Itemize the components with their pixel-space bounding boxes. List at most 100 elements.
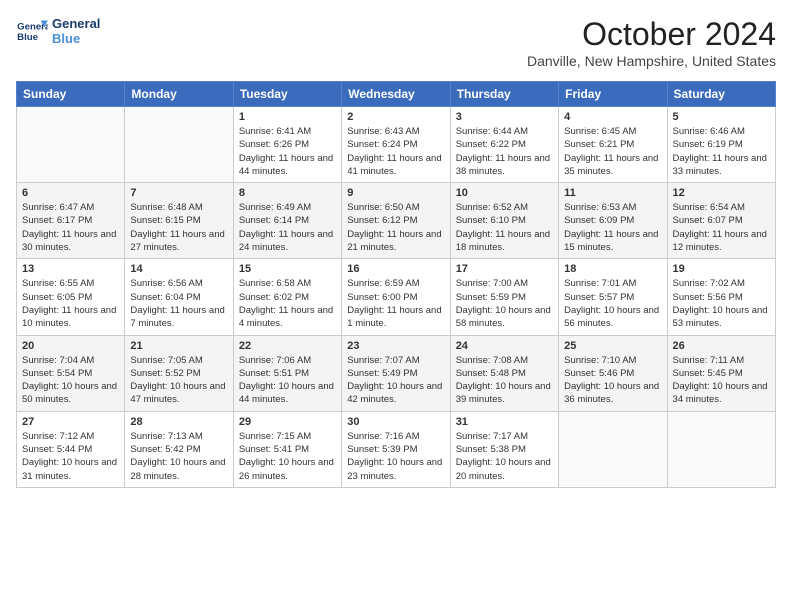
- day-info: Sunrise: 6:46 AM Sunset: 6:19 PM Dayligh…: [673, 125, 770, 178]
- day-info: Sunrise: 7:04 AM Sunset: 5:54 PM Dayligh…: [22, 354, 119, 407]
- weekday-header-monday: Monday: [125, 82, 233, 107]
- weekday-header-tuesday: Tuesday: [233, 82, 341, 107]
- calendar-cell: 9 Sunrise: 6:50 AM Sunset: 6:12 PM Daylig…: [342, 183, 450, 259]
- calendar-cell: 10 Sunrise: 6:52 AM Sunset: 6:10 PM Dayli…: [450, 183, 558, 259]
- day-info: Sunrise: 6:53 AM Sunset: 6:09 PM Dayligh…: [564, 201, 661, 254]
- day-number: 25: [564, 340, 661, 352]
- calendar-table: SundayMondayTuesdayWednesdayThursdayFrid…: [16, 81, 776, 488]
- calendar-cell: 1 Sunrise: 6:41 AM Sunset: 6:26 PM Daylig…: [233, 107, 341, 183]
- day-info: Sunrise: 7:00 AM Sunset: 5:59 PM Dayligh…: [456, 277, 553, 330]
- calendar-cell: 4 Sunrise: 6:45 AM Sunset: 6:21 PM Daylig…: [559, 107, 667, 183]
- calendar-week-5: 27 Sunrise: 7:12 AM Sunset: 5:44 PM Dayli…: [17, 411, 776, 487]
- day-number: 3: [456, 111, 553, 123]
- calendar-cell: [667, 411, 775, 487]
- day-info: Sunrise: 6:41 AM Sunset: 6:26 PM Dayligh…: [239, 125, 336, 178]
- day-number: 1: [239, 111, 336, 123]
- calendar-cell: 3 Sunrise: 6:44 AM Sunset: 6:22 PM Daylig…: [450, 107, 558, 183]
- day-number: 20: [22, 340, 119, 352]
- calendar-cell: 11 Sunrise: 6:53 AM Sunset: 6:09 PM Dayli…: [559, 183, 667, 259]
- calendar-cell: 16 Sunrise: 6:59 AM Sunset: 6:00 PM Dayli…: [342, 259, 450, 335]
- day-info: Sunrise: 7:17 AM Sunset: 5:38 PM Dayligh…: [456, 430, 553, 483]
- day-number: 31: [456, 416, 553, 428]
- calendar-cell: [125, 107, 233, 183]
- day-number: 19: [673, 263, 770, 275]
- day-number: 15: [239, 263, 336, 275]
- weekday-header-wednesday: Wednesday: [342, 82, 450, 107]
- calendar-cell: 30Sunrise: 7:16 AM Sunset: 5:39 PM Dayli…: [342, 411, 450, 487]
- calendar-cell: 2 Sunrise: 6:43 AM Sunset: 6:24 PM Daylig…: [342, 107, 450, 183]
- day-info: Sunrise: 6:45 AM Sunset: 6:21 PM Dayligh…: [564, 125, 661, 178]
- calendar-cell: 6 Sunrise: 6:47 AM Sunset: 6:17 PM Daylig…: [17, 183, 125, 259]
- day-number: 16: [347, 263, 444, 275]
- logo-icon: General Blue: [16, 17, 48, 45]
- calendar-cell: 7Sunrise: 6:48 AM Sunset: 6:15 PM Daylig…: [125, 183, 233, 259]
- day-number: 5: [673, 111, 770, 123]
- day-info: Sunrise: 7:06 AM Sunset: 5:51 PM Dayligh…: [239, 354, 336, 407]
- day-number: 11: [564, 187, 661, 199]
- day-info: Sunrise: 7:11 AM Sunset: 5:45 PM Dayligh…: [673, 354, 770, 407]
- calendar-cell: 26 Sunrise: 7:11 AM Sunset: 5:45 PM Dayli…: [667, 335, 775, 411]
- calendar-cell: 31 Sunrise: 7:17 AM Sunset: 5:38 PM Dayli…: [450, 411, 558, 487]
- calendar-cell: 12 Sunrise: 6:54 AM Sunset: 6:07 PM Dayli…: [667, 183, 775, 259]
- calendar-cell: [17, 107, 125, 183]
- calendar-cell: 22 Sunrise: 7:06 AM Sunset: 5:51 PM Dayli…: [233, 335, 341, 411]
- day-number: 22: [239, 340, 336, 352]
- day-info: Sunrise: 7:15 AM Sunset: 5:41 PM Dayligh…: [239, 430, 336, 483]
- calendar-cell: 25Sunrise: 7:10 AM Sunset: 5:46 PM Dayli…: [559, 335, 667, 411]
- weekday-header-thursday: Thursday: [450, 82, 558, 107]
- day-info: Sunrise: 6:43 AM Sunset: 6:24 PM Dayligh…: [347, 125, 444, 178]
- day-info: Sunrise: 7:13 AM Sunset: 5:42 PM Dayligh…: [130, 430, 227, 483]
- day-info: Sunrise: 7:08 AM Sunset: 5:48 PM Dayligh…: [456, 354, 553, 407]
- calendar-week-3: 13Sunrise: 6:55 AM Sunset: 6:05 PM Dayli…: [17, 259, 776, 335]
- day-number: 12: [673, 187, 770, 199]
- calendar-cell: 20 Sunrise: 7:04 AM Sunset: 5:54 PM Dayli…: [17, 335, 125, 411]
- weekday-header-sunday: Sunday: [17, 82, 125, 107]
- calendar-cell: 28 Sunrise: 7:13 AM Sunset: 5:42 PM Dayli…: [125, 411, 233, 487]
- day-number: 17: [456, 263, 553, 275]
- day-number: 7: [130, 187, 227, 199]
- day-info: Sunrise: 6:47 AM Sunset: 6:17 PM Dayligh…: [22, 201, 119, 254]
- svg-text:Blue: Blue: [17, 32, 38, 43]
- calendar-cell: 18Sunrise: 7:01 AM Sunset: 5:57 PM Dayli…: [559, 259, 667, 335]
- calendar-cell: [559, 411, 667, 487]
- day-number: 2: [347, 111, 444, 123]
- day-info: Sunrise: 6:50 AM Sunset: 6:12 PM Dayligh…: [347, 201, 444, 254]
- day-info: Sunrise: 6:55 AM Sunset: 6:05 PM Dayligh…: [22, 277, 119, 330]
- day-number: 27: [22, 416, 119, 428]
- day-number: 9: [347, 187, 444, 199]
- calendar-cell: 24Sunrise: 7:08 AM Sunset: 5:48 PM Dayli…: [450, 335, 558, 411]
- day-info: Sunrise: 7:12 AM Sunset: 5:44 PM Dayligh…: [22, 430, 119, 483]
- day-info: Sunrise: 6:44 AM Sunset: 6:22 PM Dayligh…: [456, 125, 553, 178]
- day-number: 6: [22, 187, 119, 199]
- calendar-cell: 8 Sunrise: 6:49 AM Sunset: 6:14 PM Daylig…: [233, 183, 341, 259]
- calendar-cell: 19Sunrise: 7:02 AM Sunset: 5:56 PM Dayli…: [667, 259, 775, 335]
- day-info: Sunrise: 6:49 AM Sunset: 6:14 PM Dayligh…: [239, 201, 336, 254]
- title-block: October 2024 Danville, New Hampshire, Un…: [527, 16, 776, 69]
- day-info: Sunrise: 6:56 AM Sunset: 6:04 PM Dayligh…: [130, 277, 227, 330]
- day-number: 30: [347, 416, 444, 428]
- logo-text-general: General: [52, 16, 100, 31]
- day-info: Sunrise: 6:54 AM Sunset: 6:07 PM Dayligh…: [673, 201, 770, 254]
- day-info: Sunrise: 6:52 AM Sunset: 6:10 PM Dayligh…: [456, 201, 553, 254]
- calendar-week-2: 6 Sunrise: 6:47 AM Sunset: 6:17 PM Daylig…: [17, 183, 776, 259]
- logo: General Blue General Blue: [16, 16, 100, 46]
- calendar-cell: 23 Sunrise: 7:07 AM Sunset: 5:49 PM Dayli…: [342, 335, 450, 411]
- day-info: Sunrise: 6:59 AM Sunset: 6:00 PM Dayligh…: [347, 277, 444, 330]
- day-number: 8: [239, 187, 336, 199]
- day-number: 29: [239, 416, 336, 428]
- calendar-cell: 14Sunrise: 6:56 AM Sunset: 6:04 PM Dayli…: [125, 259, 233, 335]
- day-number: 26: [673, 340, 770, 352]
- day-info: Sunrise: 6:58 AM Sunset: 6:02 PM Dayligh…: [239, 277, 336, 330]
- day-info: Sunrise: 7:01 AM Sunset: 5:57 PM Dayligh…: [564, 277, 661, 330]
- location: Danville, New Hampshire, United States: [527, 53, 776, 69]
- calendar-week-4: 20 Sunrise: 7:04 AM Sunset: 5:54 PM Dayli…: [17, 335, 776, 411]
- day-info: Sunrise: 7:07 AM Sunset: 5:49 PM Dayligh…: [347, 354, 444, 407]
- day-number: 28: [130, 416, 227, 428]
- calendar-cell: 5 Sunrise: 6:46 AM Sunset: 6:19 PM Daylig…: [667, 107, 775, 183]
- day-number: 4: [564, 111, 661, 123]
- logo-text-blue: Blue: [52, 31, 100, 46]
- calendar-cell: 21Sunrise: 7:05 AM Sunset: 5:52 PM Dayli…: [125, 335, 233, 411]
- day-number: 23: [347, 340, 444, 352]
- weekday-header-friday: Friday: [559, 82, 667, 107]
- day-number: 10: [456, 187, 553, 199]
